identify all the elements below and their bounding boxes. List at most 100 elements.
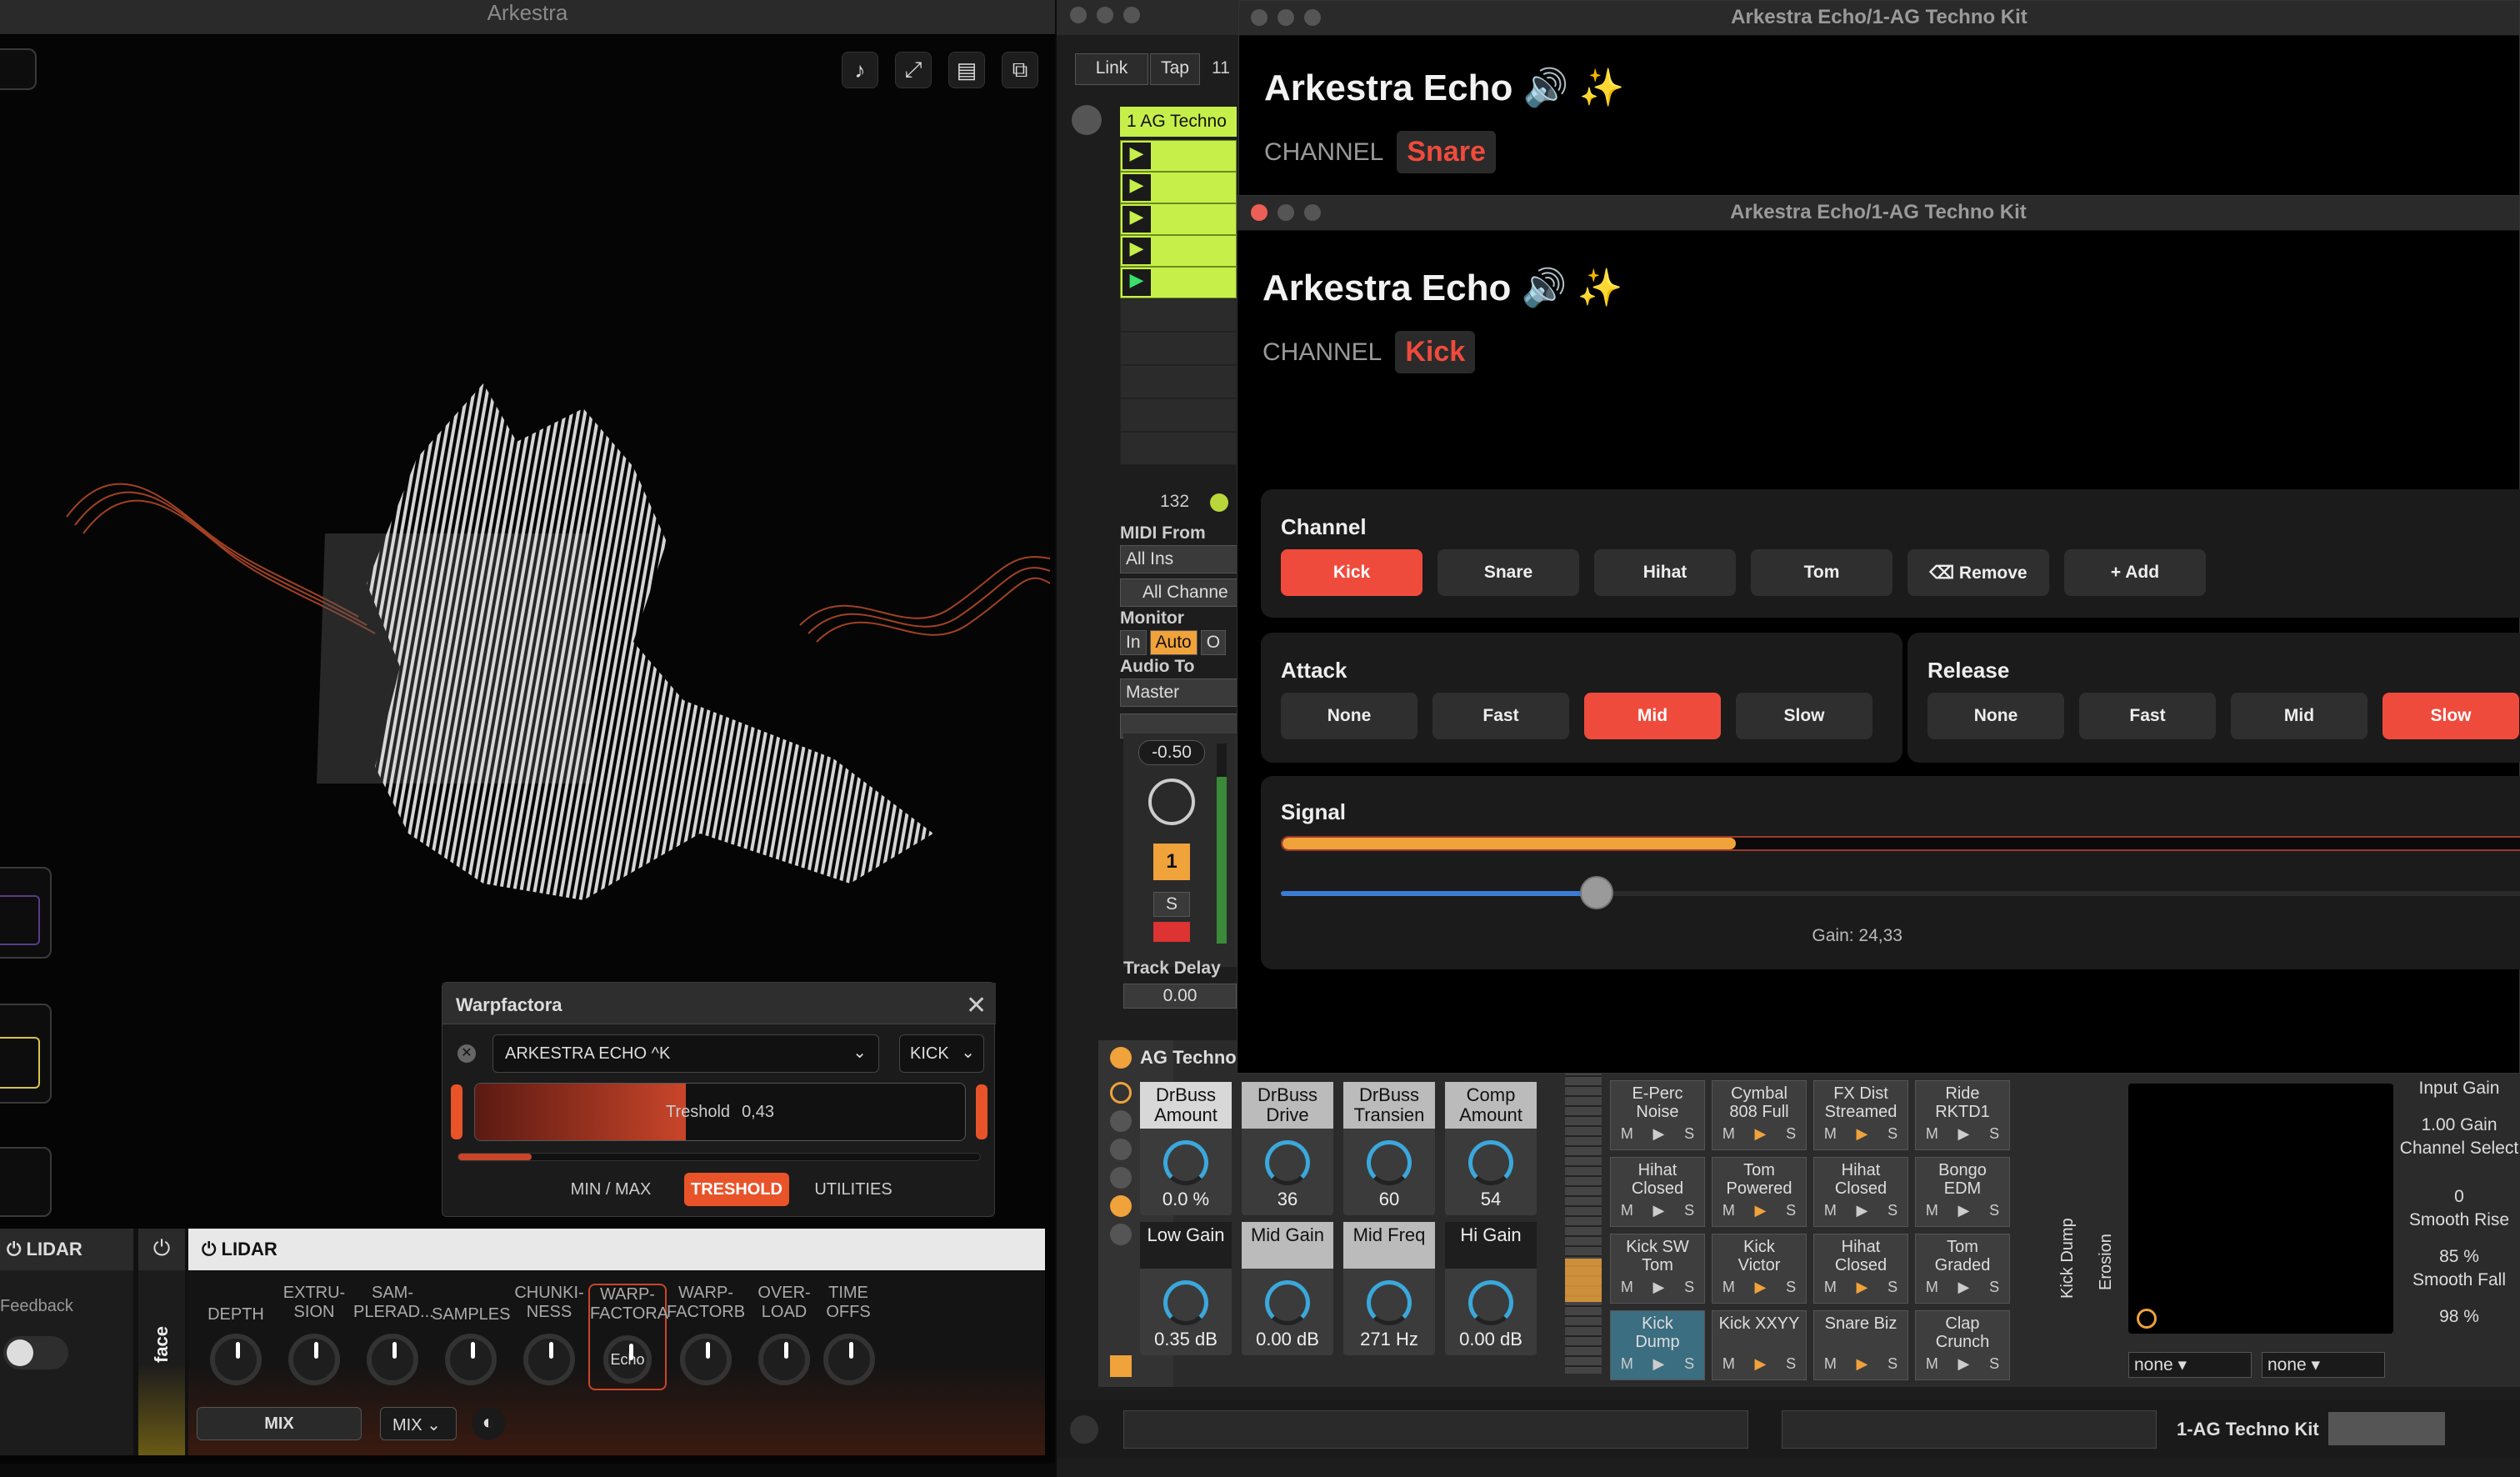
mute-button[interactable]: M <box>1722 1278 1735 1296</box>
channel-select-value[interactable]: 0 <box>2398 1185 2520 1209</box>
mute-button[interactable]: M <box>1926 1201 1938 1219</box>
solo-button[interactable]: S <box>1684 1201 1694 1219</box>
mute-button[interactable]: M <box>1926 1354 1938 1373</box>
macro-low-gain[interactable]: Low Gain 0.35 dB <box>1140 1222 1232 1355</box>
zoom-dot[interactable] <box>1304 204 1321 221</box>
preview-button[interactable]: ▶ <box>1653 1354 1665 1373</box>
drum-pad[interactable]: Bongo EDM M ▶ S <box>1915 1157 2010 1227</box>
channel-select[interactable]: KICK ⌄ <box>899 1034 984 1073</box>
empty-slot[interactable] <box>1120 398 1237 432</box>
close-dot[interactable] <box>1070 7 1087 23</box>
drum-pad[interactable]: Kick SW Tom M ▶ S <box>1610 1234 1705 1304</box>
drum-pad[interactable]: E-Perc Noise M ▶ S <box>1610 1080 1705 1150</box>
arm-button[interactable] <box>1153 922 1190 942</box>
solo-button[interactable]: S <box>1888 1354 1898 1373</box>
gain-slider[interactable] <box>1281 876 2520 909</box>
solo-button[interactable]: S <box>1888 1201 1898 1219</box>
clip-slot-playing[interactable]: ▶ <box>1120 267 1237 298</box>
left-edge-button[interactable] <box>0 48 37 90</box>
drum-pad[interactable]: Snare Biz M ▶ S <box>1813 1310 1908 1380</box>
close-icon[interactable]: ✕ <box>966 991 987 1020</box>
param-timeoffset[interactable]: TIME OFFS <box>823 1284 875 1390</box>
mute-button[interactable]: M <box>1926 1278 1938 1296</box>
preview-button[interactable]: ▶ <box>1653 1278 1665 1296</box>
param-warpfactora[interactable]: WARP- FACTORA Echo <box>588 1284 668 1390</box>
feedback-toggle[interactable] <box>3 1336 68 1369</box>
track-activator[interactable]: 1 <box>1153 844 1190 880</box>
solo-button[interactable]: S <box>1786 1278 1796 1296</box>
mute-button[interactable]: M <box>1722 1124 1735 1143</box>
monitor-auto[interactable]: Auto <box>1149 630 1198 655</box>
mute-button[interactable]: M <box>1824 1124 1837 1143</box>
solo-button[interactable]: S <box>1989 1201 1999 1219</box>
overview-strip[interactable] <box>1782 1410 2157 1449</box>
preview-button[interactable]: ▶ <box>1857 1201 1868 1219</box>
add-channel-button[interactable]: + Add <box>2064 549 2206 596</box>
solo-button[interactable]: S <box>1888 1278 1898 1296</box>
param-samples[interactable]: SAMPLES <box>432 1284 510 1390</box>
attack-fast-button[interactable]: Fast <box>1432 693 1569 739</box>
mix-button[interactable]: MIX <box>197 1407 362 1440</box>
midi-from-select[interactable]: All Ins <box>1120 545 1243 573</box>
power-icon[interactable]: ⏻ <box>138 1229 185 1270</box>
clip-slot[interactable]: ▶ <box>1120 203 1237 235</box>
echo-knob[interactable]: Echo <box>603 1335 652 1384</box>
preview-button[interactable]: ▶ <box>1958 1201 1970 1219</box>
solo-button[interactable]: S <box>1989 1278 1999 1296</box>
mute-button[interactable]: M <box>1621 1201 1633 1219</box>
drum-pad[interactable]: FX Dist Streamed M ▶ S <box>1813 1080 1908 1150</box>
drum-pad[interactable]: Tom Graded M ▶ S <box>1915 1234 2010 1304</box>
remove-icon[interactable] <box>1110 1139 1132 1160</box>
none-select-2[interactable]: none ▾ <box>2262 1352 2385 1378</box>
window-icon[interactable]: ▤ <box>948 52 985 88</box>
channel-tom-button[interactable]: Tom <box>1751 549 1892 596</box>
param-extrusion[interactable]: EXTRU- SION <box>275 1284 353 1390</box>
tab-utilities[interactable]: UTILITIES <box>801 1173 906 1206</box>
pan-value[interactable]: -0.50 <box>1138 740 1205 765</box>
close-dot[interactable] <box>1251 204 1268 221</box>
remove-channel-button[interactable]: ⌫ Remove <box>1908 549 2049 596</box>
solo-button[interactable]: S <box>1684 1354 1694 1373</box>
treshold-slider[interactable]: Treshold 0,43 <box>474 1083 966 1141</box>
randomize-icon[interactable] <box>1110 1167 1132 1189</box>
channel-hihat-button[interactable]: Hihat <box>1594 549 1736 596</box>
gain-slider-thumb[interactable] <box>1580 876 1613 909</box>
minimize-dot[interactable] <box>1278 9 1294 26</box>
attack-slow-button[interactable]: Slow <box>1736 693 1872 739</box>
drum-pad[interactable]: Kick Victor M ▶ S <box>1712 1234 1807 1304</box>
drum-pad[interactable]: Kick XXYY M ▶ S <box>1712 1310 1807 1380</box>
minimize-dot[interactable] <box>1278 204 1294 221</box>
solo-button[interactable]: S <box>1989 1354 1999 1373</box>
preview-button[interactable]: ▶ <box>1857 1124 1868 1143</box>
zoom-dot[interactable] <box>1304 9 1321 26</box>
drum-pad[interactable]: Cymbal 808 Full M ▶ S <box>1712 1080 1807 1150</box>
macro-drbuss-drive[interactable]: DrBuss Drive 36 <box>1242 1082 1333 1215</box>
midi-channel-select[interactable]: All Channe <box>1120 578 1243 607</box>
solo-button[interactable]: S <box>1989 1124 1999 1143</box>
solo-button[interactable]: S <box>1684 1124 1694 1143</box>
expand-icon[interactable] <box>1110 1355 1132 1377</box>
macro-drbuss-amount[interactable]: DrBuss Amount 0.0 % <box>1140 1082 1232 1215</box>
macro-mid-gain[interactable]: Mid Gain 0.00 dB <box>1242 1222 1333 1355</box>
clip-slot[interactable]: ▶ <box>1120 172 1237 203</box>
mute-button[interactable]: M <box>1824 1201 1837 1219</box>
preview-button[interactable]: ▶ <box>1958 1278 1970 1296</box>
param-chunkiness[interactable]: CHUNKI- NESS <box>510 1284 588 1390</box>
preview-button[interactable]: ▶ <box>1653 1124 1665 1143</box>
release-mid-button[interactable]: Mid <box>2231 693 2368 739</box>
music-note-icon[interactable]: ♪ <box>842 52 878 88</box>
audio-to-select[interactable]: Master <box>1120 678 1243 707</box>
mute-button[interactable]: M <box>1722 1201 1735 1219</box>
preview-button[interactable]: ▶ <box>1857 1354 1868 1373</box>
mute-button[interactable]: M <box>1722 1354 1735 1373</box>
side-yellow-field[interactable] <box>0 1037 40 1089</box>
preview-button[interactable]: ▶ <box>1755 1201 1767 1219</box>
tab-min-max[interactable]: MIN / MAX <box>549 1173 672 1206</box>
input-gain-value[interactable]: 1.00 Gain <box>2398 1114 2520 1137</box>
contrast-icon[interactable]: ◐ <box>472 1407 505 1440</box>
release-none-button[interactable]: None <box>1928 693 2064 739</box>
empty-slot[interactable] <box>1120 432 1237 465</box>
link-button[interactable]: Link <box>1075 53 1148 85</box>
drum-pad[interactable]: Kick Dump M ▶ S <box>1610 1310 1705 1380</box>
side-purple-field[interactable] <box>0 895 40 945</box>
